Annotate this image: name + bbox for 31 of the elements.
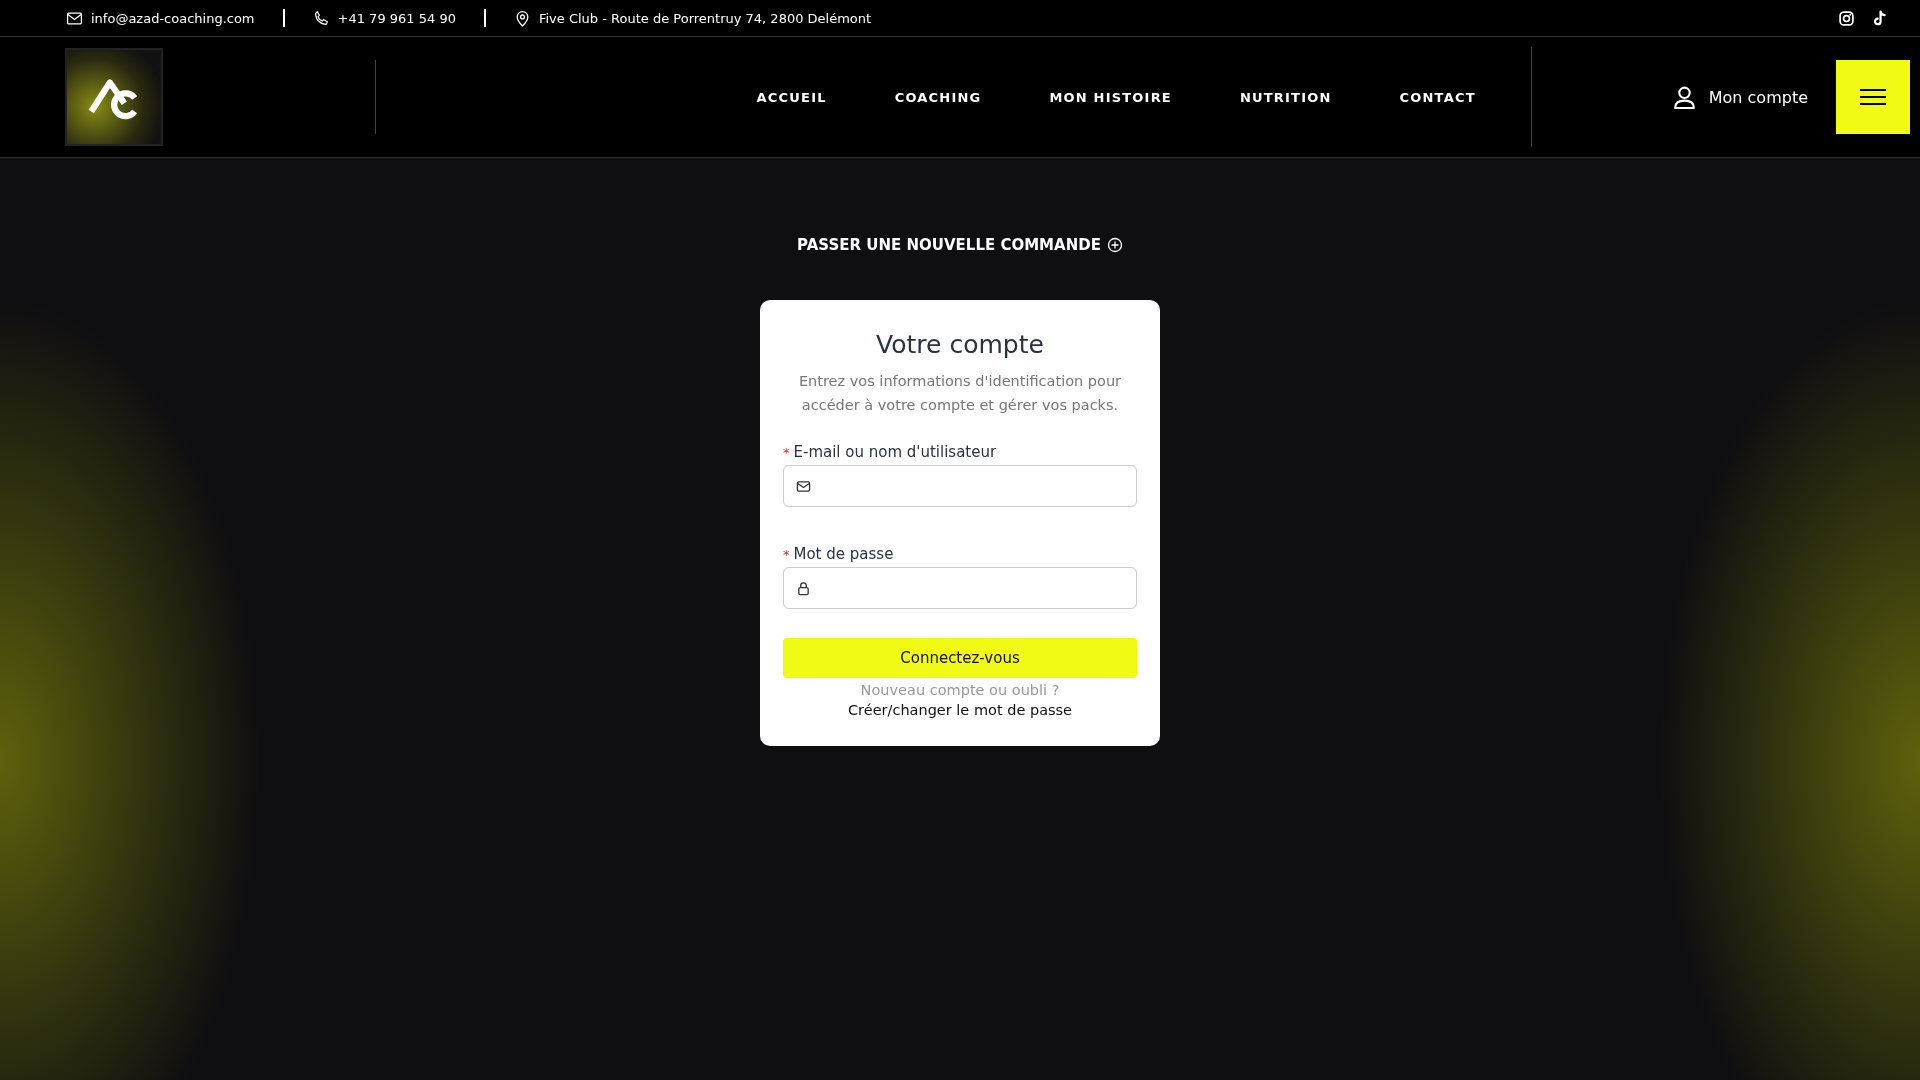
hint-text: Nouveau compte ou oubli ? — [860, 682, 1060, 698]
logo[interactable] — [65, 48, 163, 146]
address-text: Five Club - Route de Porrentruy 74, 2800 Delémont — [538, 10, 872, 26]
reset-password-link[interactable]: Créer/changer le mot de passe — [847, 702, 1073, 718]
password-field[interactable] — [783, 567, 1137, 609]
menu-button[interactable] — [1836, 60, 1910, 134]
lock-icon — [796, 580, 811, 596]
login-button[interactable]: Connectez-vous — [783, 638, 1137, 678]
required-mark: * — [783, 445, 790, 460]
menu-icon — [1860, 88, 1886, 106]
field-label: Mot de passe — [793, 545, 894, 563]
tiktok-icon[interactable] — [1871, 9, 1888, 27]
nav-link[interactable]: CONTACT — [1399, 89, 1476, 105]
email-field[interactable] — [783, 465, 1137, 507]
nav-link[interactable]: NUTRITION — [1239, 89, 1332, 105]
required-mark: * — [783, 547, 790, 562]
nav-link[interactable]: COACHING — [894, 89, 982, 105]
phone-icon — [312, 9, 330, 27]
email-link[interactable]: info@azad-coaching.com — [91, 10, 255, 26]
new-order-link[interactable]: PASSER UNE NOUVELLE COMMANDE — [797, 236, 1123, 254]
nav-link[interactable]: MON HISTOIRE — [1049, 89, 1172, 105]
mail-icon — [796, 478, 811, 494]
field-label: E-mail ou nom d'utilisateur — [793, 443, 997, 461]
nav-link[interactable]: ACCUEIL — [756, 89, 827, 105]
instagram-icon[interactable] — [1838, 9, 1855, 27]
phone-link[interactable]: +41 79 961 54 90 — [337, 10, 456, 26]
plus-circle-icon — [1106, 237, 1123, 253]
account-link[interactable]: Mon compte — [1708, 87, 1808, 107]
card-description: Entrez vos informations d'identification pour accéder à votre compte et gérer vos packs. — [797, 372, 1123, 415]
card-title: Votre compte — [875, 330, 1045, 359]
user-icon[interactable] — [1671, 84, 1697, 110]
